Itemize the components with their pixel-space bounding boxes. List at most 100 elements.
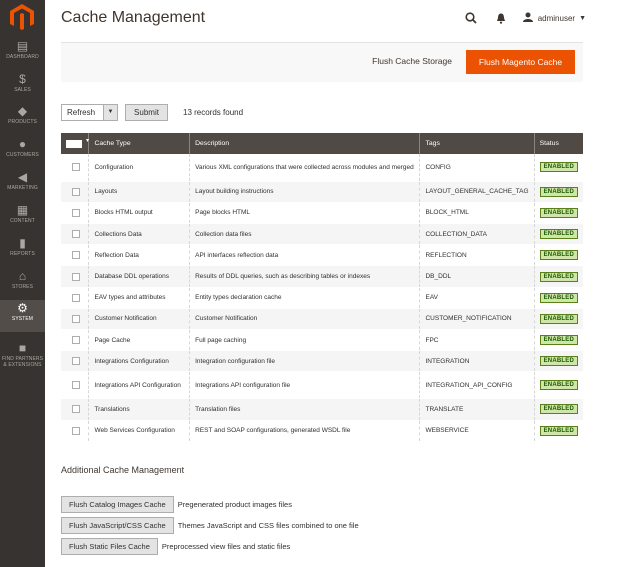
row-checkbox[interactable]	[72, 293, 80, 302]
flush-additional-cache-button[interactable]: Flush Catalog Images Cache	[61, 496, 174, 513]
flush-additional-cache-button[interactable]: Flush Static Files Cache	[61, 538, 158, 555]
sidebar-item-marketing[interactable]: ◀ MARKETING	[0, 169, 45, 201]
table-row[interactable]: Collections Data Collection data files COL…	[61, 223, 583, 246]
table-row[interactable]: Translations Translation files TRANSLATE EN…	[61, 398, 583, 421]
sidebar-item-dashboard[interactable]: ▤ DASHBOARD	[0, 38, 45, 70]
sidebar-item-system[interactable]: ⚙ SYSTEM	[0, 300, 45, 332]
person-icon: ●	[18, 137, 27, 151]
status-badge: ENABLED	[539, 313, 578, 324]
sidebar-item-customers[interactable]: ● CUSTOMERS	[0, 136, 45, 168]
status-cell: ENABLED	[533, 308, 583, 331]
table-row[interactable]: Layouts Layout building instructions LAYOU…	[61, 181, 583, 203]
tags-cell: LAYOUT_GENERAL_CACHE_TAG	[419, 181, 535, 203]
row-checkbox[interactable]	[72, 163, 80, 172]
sidebar-item-products[interactable]: ◆ PRODUCTS	[0, 103, 45, 135]
table-row[interactable]: Database DDL operations Results of DDL qu…	[61, 265, 583, 288]
flush-cache-storage-button[interactable]: Flush Cache Storage	[372, 56, 452, 66]
cache-type-cell: Database DDL operations	[88, 265, 190, 288]
sidebar-item-label: FIND PARTNERS & EXTENSIONS	[1, 356, 44, 368]
table-row[interactable]: Configuration Various XML configurations …	[61, 154, 583, 182]
status-cell: ENABLED	[533, 329, 583, 352]
cache-type-cell: Collections Data	[88, 223, 190, 246]
row-checkbox[interactable]	[72, 426, 80, 435]
additional-cache-title: Additional Cache Management	[61, 465, 185, 475]
row-checkbox[interactable]	[72, 251, 80, 260]
bell-icon[interactable]	[493, 10, 509, 26]
mass-action-select[interactable]: Refresh ▼	[61, 104, 118, 121]
store-icon: ⌂	[18, 269, 27, 283]
flush-additional-cache-button[interactable]: Flush JavaScript/CSS Cache	[61, 517, 174, 534]
table-row[interactable]: Web Services Configuration REST and SOAP …	[61, 420, 583, 442]
sidebar-item-reports[interactable]: ▮ REPORTS	[0, 235, 45, 267]
description-cell: REST and SOAP configurations, generated …	[189, 420, 420, 442]
row-checkbox[interactable]	[72, 230, 80, 239]
page-actions-bar: Flush Cache Storage Flush Magento Cache	[61, 42, 583, 82]
row-checkbox[interactable]	[72, 405, 80, 414]
cache-type-cell: Integrations Configuration	[88, 350, 190, 373]
cache-type-cell: Reflection Data	[88, 244, 190, 267]
mass-select-checkbox[interactable]	[66, 137, 89, 148]
status-badge: ENABLED	[539, 292, 578, 303]
row-select-cell	[61, 420, 89, 442]
status-badge: ENABLED	[539, 162, 578, 173]
row-select-cell	[61, 308, 89, 331]
magento-logo-icon[interactable]	[10, 4, 34, 30]
tags-cell: CUSTOMER_NOTIFICATION	[419, 308, 535, 331]
row-checkbox[interactable]	[72, 357, 80, 366]
tags-cell: WEBSERVICE	[419, 420, 535, 442]
cache-type-cell: Web Services Configuration	[88, 420, 190, 442]
table-row[interactable]: Page Cache Full page caching FPC ENABLED	[61, 329, 583, 352]
mass-action-bar: Refresh ▼ Submit 13 records found	[61, 104, 243, 122]
row-checkbox[interactable]	[72, 208, 80, 217]
submit-button[interactable]: Submit	[125, 104, 168, 121]
row-select-cell	[61, 398, 89, 421]
user-icon	[522, 12, 533, 25]
additional-cache-row: Flush JavaScript/CSS Cache Themes JavaScr…	[61, 517, 359, 534]
row-checkbox[interactable]	[72, 336, 80, 345]
cache-type-cell: Integrations API Configuration	[88, 371, 190, 400]
tags-cell: BLOCK_HTML	[419, 202, 535, 225]
dashboard-icon: ▤	[16, 39, 29, 53]
table-row[interactable]: Customer Notification Customer Notificati…	[61, 308, 583, 331]
user-menu[interactable]: adminuser ▼	[522, 12, 586, 25]
status-cell: ENABLED	[533, 244, 583, 267]
additional-cache-row: Flush Static Files Cache Preprocessed vie…	[61, 538, 290, 555]
sidebar-item-label: STORES	[11, 284, 34, 290]
description-cell: Translation files	[189, 398, 420, 421]
cache-type-cell: Blocks HTML output	[88, 202, 190, 225]
table-row[interactable]: Blocks HTML output Page blocks HTML BLOCK_…	[61, 202, 583, 225]
sidebar-item-stores[interactable]: ⌂ STORES	[0, 268, 45, 300]
status-cell: ENABLED	[533, 265, 583, 288]
sidebar-item-label: MARKETING	[7, 185, 38, 191]
cache-type-cell: Layouts	[88, 181, 190, 203]
description-cell: API interfaces reflection data	[189, 244, 420, 267]
dollar-icon: $	[19, 72, 26, 86]
megaphone-icon: ◀	[17, 170, 28, 184]
sidebar-item-sales[interactable]: $ SALES	[0, 71, 45, 103]
status-badge: ENABLED	[539, 250, 578, 261]
sidebar-item-label: CONTENT	[10, 218, 35, 224]
tags-cell: REFLECTION	[419, 244, 535, 267]
mass-action-selected: Refresh	[67, 108, 96, 117]
table-row[interactable]: Reflection Data API interfaces reflection…	[61, 244, 583, 267]
table-row[interactable]: Integrations API Configuration Integratio…	[61, 371, 583, 400]
status-cell: ENABLED	[533, 398, 583, 421]
description-cell: Full page caching	[189, 329, 420, 352]
tags-cell: FPC	[419, 329, 535, 352]
table-row[interactable]: EAV types and attributes Entity types dec…	[61, 287, 583, 309]
description-cell: Integration configuration file	[189, 350, 420, 373]
header-actions: adminuser ▼	[449, 10, 586, 26]
row-checkbox[interactable]	[72, 187, 80, 196]
sidebar-item-find-partners-extensions[interactable]: ■ FIND PARTNERS & EXTENSIONS	[0, 340, 45, 372]
table-row[interactable]: Integrations Configuration Integration co…	[61, 350, 583, 373]
search-icon[interactable]	[463, 10, 479, 26]
row-checkbox[interactable]	[72, 272, 80, 281]
sidebar-item-content[interactable]: ▦ CONTENT	[0, 202, 45, 234]
mass-select-header[interactable]	[61, 133, 89, 155]
tags-cell: INTEGRATION_API_CONFIG	[419, 371, 535, 400]
cache-grid: Cache Type Description Tags Status Confi…	[61, 133, 583, 442]
row-checkbox[interactable]	[72, 314, 80, 323]
flush-magento-cache-button[interactable]: Flush Magento Cache	[466, 50, 575, 74]
row-checkbox[interactable]	[72, 381, 80, 390]
status-cell: ENABLED	[533, 371, 583, 400]
